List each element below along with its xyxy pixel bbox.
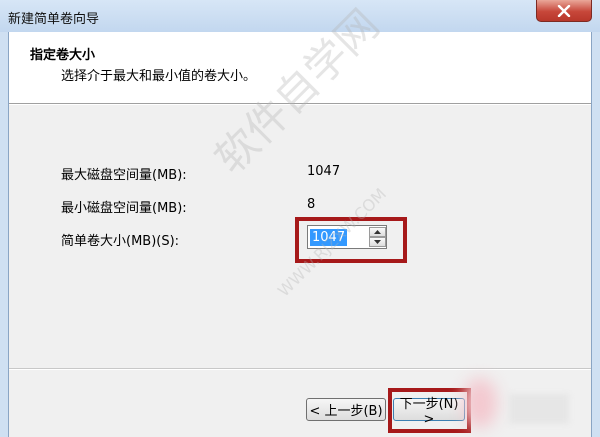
highlight-box-size xyxy=(295,217,407,263)
min-space-value: 8 xyxy=(307,197,316,212)
back-button[interactable]: < 上一步(B) xyxy=(306,398,386,421)
max-space-value: 1047 xyxy=(307,164,341,179)
volume-size-label: 简单卷大小(MB)(S): xyxy=(61,234,180,249)
wizard-body: 指定卷大小 选择介于最大和最小值的卷大小。 最大磁盘空间量(MB): 1047 … xyxy=(8,0,592,437)
page-title: 指定卷大小 xyxy=(30,48,96,63)
max-space-label: 最大磁盘空间量(MB): xyxy=(61,168,187,183)
highlight-box-next xyxy=(388,388,471,433)
blur-artifact xyxy=(463,378,497,428)
blurred-cancel-button xyxy=(509,394,569,424)
close-x-icon xyxy=(557,4,571,17)
footer-divider-highlight xyxy=(9,369,591,370)
header-divider xyxy=(9,104,591,105)
title-bar: 新建简单卷向导 xyxy=(0,0,600,32)
min-space-label: 最小磁盘空间量(MB): xyxy=(61,201,187,216)
close-button[interactable] xyxy=(536,0,592,22)
page-subtitle: 选择介于最大和最小值的卷大小。 xyxy=(61,69,257,84)
wizard-header: 指定卷大小 选择介于最大和最小值的卷大小。 xyxy=(9,32,591,104)
window-title: 新建简单卷向导 xyxy=(8,12,100,27)
